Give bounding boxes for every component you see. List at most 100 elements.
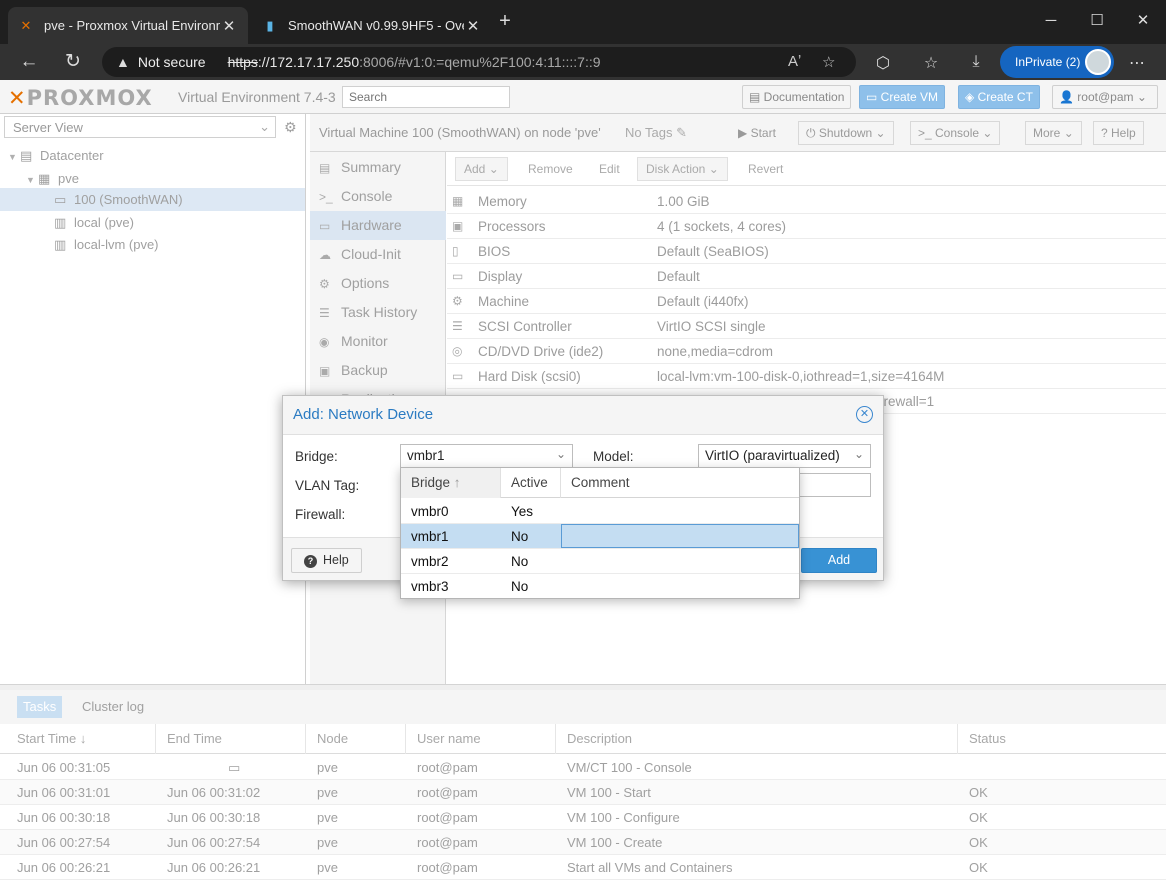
add-button[interactable]: Add	[801, 548, 877, 573]
hardware-row[interactable]: ☰ SCSI Controller VirtIO SCSI single	[447, 314, 1166, 339]
list-item-selected[interactable]: vmbr1 No	[401, 524, 799, 549]
nav-item-cloud-init[interactable]: ☁ Cloud-Init	[310, 240, 446, 269]
hardware-row[interactable]: ▯ BIOS Default (SeaBIOS)	[447, 239, 1166, 264]
address-bar: ← ↻ ▲ Not secure https://172.17.17.250:8…	[0, 44, 1166, 80]
hardware-row[interactable]: ▭ Display Default	[447, 264, 1166, 289]
nav-item-backup[interactable]: ▣ Backup	[310, 356, 446, 385]
revert-button[interactable]: Revert	[739, 157, 792, 181]
column-header-bridge[interactable]: Bridge ↑	[401, 468, 501, 498]
tab-cluster-log[interactable]: Cluster log	[76, 696, 150, 718]
hardware-row[interactable]: ▣ Processors 4 (1 sockets, 4 cores)	[447, 214, 1166, 239]
edit-button[interactable]: Edit	[590, 157, 629, 181]
add-button[interactable]: Add ⌄	[455, 157, 508, 181]
nav-item-hardware[interactable]: ▭ Hardware	[310, 211, 446, 240]
maximize-icon[interactable]: ☐	[1074, 8, 1120, 34]
cogs-icon: ⚙	[452, 294, 463, 308]
list-item[interactable]: vmbr2 No	[401, 549, 799, 574]
url-field[interactable]: ▲ Not secure https://172.17.17.250:8006/…	[102, 47, 856, 77]
help-button[interactable]: ? Help	[1093, 121, 1144, 145]
hardware-row[interactable]: ⚙ Machine Default (i440fx)	[447, 289, 1166, 314]
nav-item-console[interactable]: >_ Console	[310, 182, 446, 211]
avatar	[1085, 49, 1111, 75]
help-button[interactable]: ? Help	[291, 548, 362, 573]
tab-tasks[interactable]: Tasks	[17, 696, 63, 718]
browser-tab-bar: ✕ pve - Proxmox Virtual Environme ✕ ▮ Sm…	[0, 0, 1166, 44]
hardware-row[interactable]: ◎ CD/DVD Drive (ide2) none,media=cdrom	[447, 339, 1166, 364]
expander-icon[interactable]: ▼	[8, 146, 20, 169]
new-tab-button[interactable]: +	[490, 8, 520, 34]
inprivate-button[interactable]: InPrivate (2)	[1000, 46, 1114, 78]
sort-down-icon: ↓	[79, 731, 87, 746]
firewall-label: Firewall:	[295, 507, 346, 522]
gear-icon[interactable]: ⚙	[284, 119, 297, 136]
column-header-comment[interactable]: Comment	[561, 468, 799, 498]
documentation-button[interactable]: ▤ Documentation	[742, 85, 852, 109]
reload-icon[interactable]: ↻	[58, 48, 88, 76]
extensions-icon[interactable]: ⬡	[872, 53, 894, 73]
column-header-end-time[interactable]: End Time	[161, 724, 306, 754]
table-row[interactable]: Jun 06 00:30:18 Jun 06 00:30:18 pve root…	[0, 805, 1166, 830]
nav-item-options[interactable]: ⚙ Options	[310, 269, 446, 298]
list-item[interactable]: vmbr0 Yes	[401, 499, 799, 524]
bridge-select[interactable]: vmbr1 ⌄	[400, 444, 573, 468]
tree-item-storage[interactable]: ▥ local (pve)	[0, 211, 305, 234]
node-icon: ▦	[38, 171, 51, 186]
storage-icon: ▥	[54, 237, 67, 252]
view-selector[interactable]: Server View ⌄	[4, 116, 276, 138]
tree-item-storage[interactable]: ▥ local-lvm (pve)	[0, 233, 305, 256]
column-header-description[interactable]: Description	[561, 724, 958, 754]
table-row[interactable]: Jun 06 00:31:01 Jun 06 00:31:02 pve root…	[0, 780, 1166, 805]
shutdown-button[interactable]: ⏻ Shutdown ⌄	[798, 121, 894, 145]
close-icon[interactable]: ✕	[856, 406, 873, 423]
tab-close-icon[interactable]: ✕	[464, 17, 482, 35]
hardware-row[interactable]: ▦ Memory 1.00 GiB	[447, 189, 1166, 214]
user-menu-button[interactable]: 👤 root@pam ⌄	[1052, 85, 1158, 109]
browser-tab-proxmox[interactable]: ✕ pve - Proxmox Virtual Environme ✕	[8, 7, 248, 44]
back-icon[interactable]: ←	[14, 48, 44, 76]
table-row[interactable]: Jun 06 00:31:05 ▭ pve root@pam VM/CT 100…	[0, 755, 1166, 780]
model-select[interactable]: VirtIO (paravirtualized) ⌄	[698, 444, 871, 468]
downloads-icon[interactable]: ⤓	[965, 53, 987, 71]
minimize-icon[interactable]: ─	[1028, 8, 1074, 34]
more-button[interactable]: More ⌄	[1025, 121, 1082, 145]
table-row[interactable]: Jun 06 00:26:21 Jun 06 00:26:21 pve root…	[0, 855, 1166, 880]
hardware-row[interactable]: ▭ Hard Disk (scsi0) local-lvm:vm-100-disk-…	[447, 364, 1166, 389]
more-menu-icon[interactable]: ⋯	[1126, 53, 1148, 73]
nav-item-summary[interactable]: ▤ Summary	[310, 153, 446, 182]
focused-cell[interactable]	[561, 524, 799, 548]
tree-item-vm[interactable]: ▭ 100 (SmoothWAN)	[0, 188, 305, 211]
cpu-icon: ▣	[452, 219, 464, 233]
browser-tab-smoothwan[interactable]: ▮ SmoothWAN v0.99.9HF5 - Overv ✕	[252, 7, 492, 44]
column-header-start-time[interactable]: Start Time ↓	[11, 724, 156, 754]
tags-field[interactable]: No Tags ✎	[625, 125, 687, 141]
chevron-down-icon: ⌄	[259, 119, 270, 134]
pencil-icon: ✎	[676, 125, 687, 140]
disk-action-button[interactable]: Disk Action ⌄	[637, 157, 728, 181]
column-header-status[interactable]: Status	[963, 724, 1166, 754]
console-button[interactable]: >_ Console ⌄	[910, 121, 1001, 145]
search-input[interactable]	[342, 86, 510, 108]
create-ct-button[interactable]: ◈ Create CT	[958, 85, 1040, 109]
sort-up-icon: ↑	[453, 475, 461, 490]
chevron-down-icon: ⌄	[982, 126, 993, 140]
column-header-user[interactable]: User name	[411, 724, 556, 754]
column-header-active[interactable]: Active	[501, 468, 561, 498]
tree-item-node[interactable]: ▼ ▦ pve	[0, 167, 305, 190]
nav-item-monitor[interactable]: ◉ Monitor	[310, 327, 446, 356]
column-header-node[interactable]: Node	[311, 724, 406, 754]
user-icon: 👤	[1059, 90, 1078, 104]
table-row[interactable]: Jun 06 00:27:54 Jun 06 00:27:54 pve root…	[0, 830, 1166, 855]
read-aloud-icon[interactable]: A︎ʼ	[788, 53, 801, 70]
tree-item-datacenter[interactable]: ▼ ▤ Datacenter	[0, 144, 305, 167]
close-window-icon[interactable]: ✕	[1120, 8, 1166, 34]
create-vm-button[interactable]: ▭ Create VM	[859, 85, 946, 109]
start-button[interactable]: ▶ Start	[730, 121, 784, 145]
list-item[interactable]: vmbr3 No	[401, 574, 799, 599]
tab-close-icon[interactable]: ✕	[220, 17, 238, 35]
favorites-icon[interactable]: ☆	[920, 53, 942, 73]
cube-icon: ◈	[965, 90, 978, 104]
favorite-add-icon[interactable]: ☆	[822, 53, 835, 71]
datacenter-icon: ▤	[20, 148, 33, 163]
remove-button[interactable]: Remove	[519, 157, 582, 181]
nav-item-task-history[interactable]: ☰ Task History	[310, 298, 446, 327]
